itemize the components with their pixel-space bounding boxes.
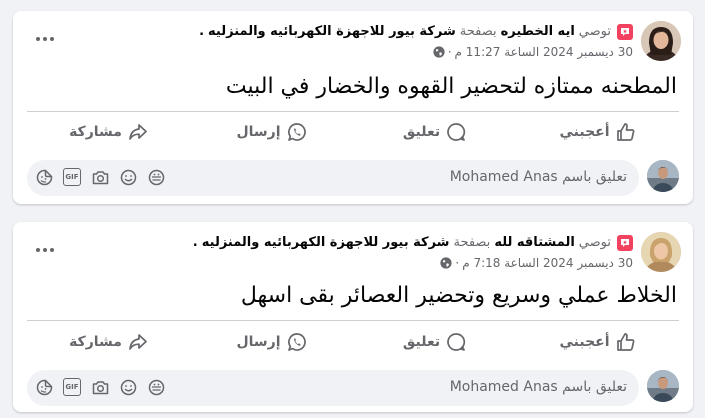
send-button[interactable]: إرسال xyxy=(190,324,353,360)
post-timestamp[interactable]: 30 ديسمبر 2024 الساعة 11:27 م xyxy=(455,44,633,60)
meta-separator: · xyxy=(447,45,452,59)
comment-icon xyxy=(447,123,466,141)
send-label: إرسال xyxy=(236,334,281,350)
post-card: توصي ايه الخطيره بصفحة شركة بيور للاجهزة… xyxy=(13,11,693,204)
page-name[interactable]: شركة بيور للاجهزة الكهربائيه والمنزليه xyxy=(202,234,450,252)
avatar-sticker-icon[interactable] xyxy=(147,378,165,396)
post-header: توصي المشتاقه لله بصفحة شركة بيور للاجهز… xyxy=(13,222,693,280)
globe-icon xyxy=(440,257,452,269)
send-button[interactable]: إرسال xyxy=(190,114,353,150)
sticker-icon[interactable] xyxy=(35,378,53,396)
share-label: مشاركة xyxy=(69,124,122,140)
comment-tools: GIF xyxy=(35,378,165,396)
post-timestamp[interactable]: 30 ديسمبر 2024 الساعة 7:18 م xyxy=(462,255,633,271)
like-icon xyxy=(616,333,634,351)
like-label: أعجبني xyxy=(559,124,610,140)
post-header: توصي ايه الخطيره بصفحة شركة بيور للاجهزة… xyxy=(13,11,693,69)
divider xyxy=(27,320,679,321)
comment-button[interactable]: تعليق xyxy=(353,324,516,360)
like-button[interactable]: أعجبني xyxy=(516,324,679,360)
avatar-sticker-icon[interactable] xyxy=(147,168,165,186)
comment-label: تعليق xyxy=(402,124,441,140)
action-bar: أعجبني تعليق إرسال مشاركة xyxy=(27,324,679,360)
send-label: إرسال xyxy=(236,124,281,140)
more-icon[interactable] xyxy=(33,29,57,49)
comment-input[interactable]: تعليق باسم Mohamed Anas GIF xyxy=(27,370,639,406)
like-button[interactable]: أعجبني xyxy=(516,114,679,150)
share-icon xyxy=(129,124,147,140)
page-name[interactable]: شركة بيور للاجهزة الكهربائيه والمنزليه xyxy=(208,23,456,41)
like-label: أعجبني xyxy=(559,334,610,350)
divider xyxy=(27,111,679,112)
via-text: بصفحة xyxy=(459,24,497,39)
like-icon xyxy=(616,123,634,141)
post-card: توصي المشتاقه لله بصفحة شركة بيور للاجهز… xyxy=(13,222,693,412)
comment-placeholder: تعليق باسم Mohamed Anas xyxy=(449,379,627,395)
comment-placeholder: تعليق باسم Mohamed Anas xyxy=(449,169,627,185)
whatsapp-icon xyxy=(287,123,306,141)
comment-input[interactable]: تعليق باسم Mohamed Anas GIF xyxy=(27,160,639,196)
gif-icon[interactable]: GIF xyxy=(63,168,81,186)
more-icon[interactable] xyxy=(33,240,57,260)
comment-composer: تعليق باسم Mohamed Anas GIF xyxy=(27,160,679,196)
whatsapp-icon xyxy=(287,333,306,351)
recommend-badge-icon xyxy=(617,235,633,251)
camera-icon[interactable] xyxy=(91,168,109,186)
current-user-avatar[interactable] xyxy=(647,160,679,192)
share-button[interactable]: مشاركة xyxy=(27,324,190,360)
author-avatar[interactable] xyxy=(641,232,681,272)
recommend-badge-icon xyxy=(617,24,633,40)
post-meta: توصي المشتاقه لله بصفحة شركة بيور للاجهز… xyxy=(192,234,633,271)
recommend-label: توصي xyxy=(578,235,611,250)
author-name[interactable]: ايه الخطيره xyxy=(501,23,575,41)
post-text: الخلاط عملي وسريع وتحضير العصائر بقى اسه… xyxy=(240,283,677,308)
meta-separator: · xyxy=(455,256,460,270)
sticker-icon[interactable] xyxy=(35,168,53,186)
comment-icon xyxy=(447,333,466,351)
share-button[interactable]: مشاركة xyxy=(27,114,190,150)
author-name[interactable]: المشتاقه لله xyxy=(494,234,574,252)
comment-tools: GIF xyxy=(35,168,165,186)
emoji-icon[interactable] xyxy=(119,168,137,186)
globe-icon xyxy=(433,46,445,58)
comment-composer: تعليق باسم Mohamed Anas GIF xyxy=(27,370,679,406)
via-text: بصفحة xyxy=(453,235,491,250)
comment-label: تعليق xyxy=(402,334,441,350)
post-text: المطحنه ممتازه لتحضير القهوه والخضار في … xyxy=(225,74,677,99)
action-bar: أعجبني تعليق إرسال مشاركة xyxy=(27,114,679,150)
author-avatar[interactable] xyxy=(641,21,681,61)
current-user-avatar[interactable] xyxy=(647,370,679,402)
comment-button[interactable]: تعليق xyxy=(353,114,516,150)
share-icon xyxy=(129,334,147,350)
post-meta: توصي ايه الخطيره بصفحة شركة بيور للاجهزة… xyxy=(199,23,633,60)
gif-icon[interactable]: GIF xyxy=(63,378,81,396)
emoji-icon[interactable] xyxy=(119,378,137,396)
recommend-label: توصي xyxy=(578,24,611,39)
share-label: مشاركة xyxy=(69,334,122,350)
camera-icon[interactable] xyxy=(91,378,109,396)
